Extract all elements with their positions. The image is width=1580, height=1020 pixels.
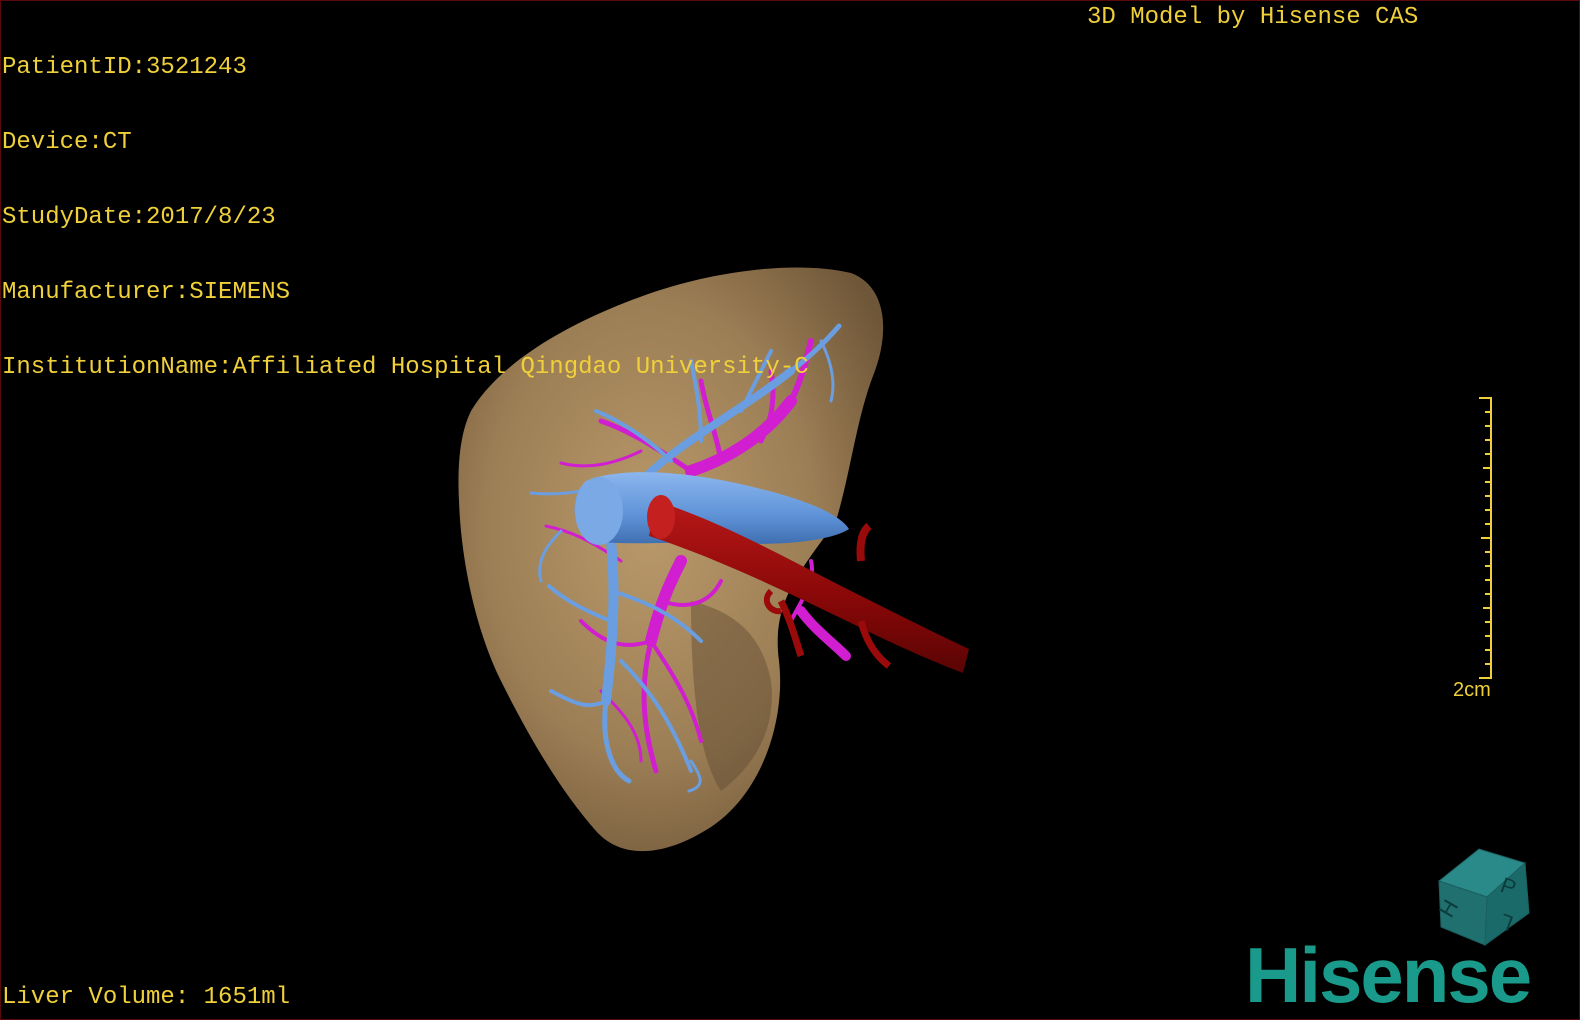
- institution-label: InstitutionName:Affiliated Hospital Qing…: [2, 354, 809, 381]
- patient-info-overlay: PatientID:3521243 Device:CT StudyDate:20…: [2, 5, 809, 430]
- device-label: Device:CT: [2, 129, 132, 156]
- hisense-logo: Hisense: [1245, 931, 1532, 1019]
- manufacturer-label: Manufacturer:SIEMENS: [2, 279, 291, 306]
- ivc-end-cap: [575, 477, 623, 545]
- liver-volume-label: Liver Volume: 1651ml: [2, 984, 291, 1011]
- scale-bar: [1479, 397, 1492, 679]
- scale-label: 2cm: [1453, 679, 1491, 701]
- patient-id-label: PatientID:3521243: [2, 54, 247, 81]
- study-date-label: StudyDate:2017/8/23: [2, 204, 276, 231]
- model-credit-label: 3D Model by Hisense CAS: [1087, 4, 1419, 31]
- 3d-viewport[interactable]: PatientID:3521243 Device:CT StudyDate:20…: [0, 0, 1580, 1020]
